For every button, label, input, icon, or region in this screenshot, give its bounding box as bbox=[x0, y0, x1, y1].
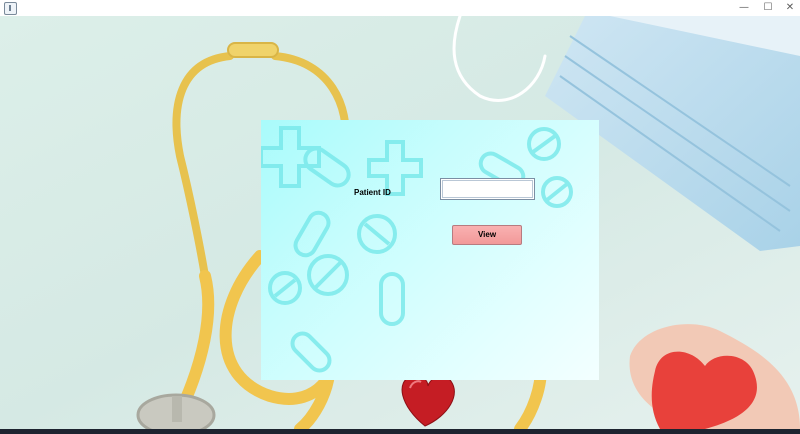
window-titlebar: — ☐ ✕ bbox=[0, 0, 800, 17]
minimize-button[interactable]: — bbox=[733, 1, 755, 15]
pill-icon bbox=[293, 210, 331, 258]
view-button[interactable]: View bbox=[452, 225, 522, 245]
patient-id-label: Patient ID bbox=[354, 188, 391, 197]
close-button[interactable]: ✕ bbox=[779, 1, 800, 15]
pill-icon bbox=[379, 272, 405, 326]
patient-lookup-panel: Patient ID View bbox=[261, 120, 599, 380]
pill-icon bbox=[290, 331, 332, 373]
patient-id-input[interactable] bbox=[440, 178, 535, 200]
background-photo: Patient ID View bbox=[0, 16, 800, 429]
panel-decoration bbox=[261, 126, 573, 373]
medical-cross-icon bbox=[367, 140, 423, 196]
medical-cross-icon bbox=[261, 126, 321, 188]
maximize-button[interactable]: ☐ bbox=[757, 1, 779, 15]
app-icon bbox=[4, 2, 17, 15]
pill-icon bbox=[303, 146, 351, 188]
taskbar bbox=[0, 429, 800, 434]
